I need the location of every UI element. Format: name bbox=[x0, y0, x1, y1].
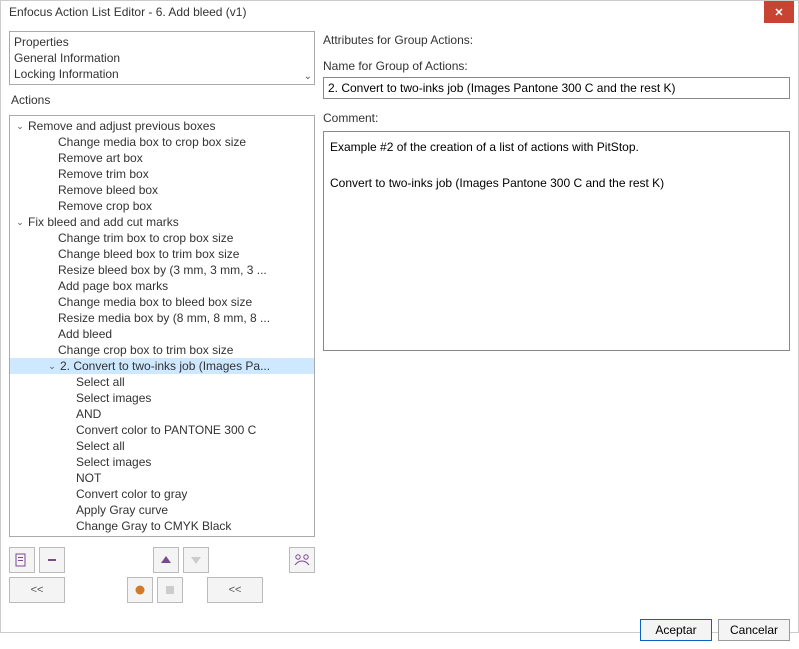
tree-item-label: AND bbox=[76, 407, 101, 421]
tree-item[interactable]: Remove trim box bbox=[10, 166, 314, 182]
tree-item[interactable]: Change crop box to trim box size bbox=[10, 342, 314, 358]
group-name-input[interactable] bbox=[323, 77, 790, 99]
tree-item-label: Remove crop box bbox=[58, 199, 152, 213]
tree-item-label: Resize media box by (8 mm, 8 mm, 8 ... bbox=[58, 311, 270, 325]
tree-item-label: 2. Convert to two-inks job (Images Pa... bbox=[60, 359, 270, 373]
chevron-down-icon[interactable]: ⌄ bbox=[14, 217, 26, 228]
attributes-heading: Attributes for Group Actions: bbox=[323, 31, 790, 55]
tree-item[interactable]: Select images bbox=[10, 454, 314, 470]
group-icon bbox=[294, 553, 310, 567]
tree-item[interactable]: Select images bbox=[10, 390, 314, 406]
move-up-icon bbox=[160, 554, 172, 566]
name-label: Name for Group of Actions: bbox=[323, 55, 790, 77]
tree-item-label: Select images bbox=[76, 391, 151, 405]
close-button[interactable]: ✕ bbox=[764, 1, 794, 23]
tree-item[interactable]: Change trim box to crop box size bbox=[10, 230, 314, 246]
record-icon bbox=[134, 584, 146, 596]
tree-item-label: Change media box to crop box size bbox=[58, 135, 246, 149]
tree-item-label: Change trim box to crop box size bbox=[58, 231, 233, 245]
stop-icon bbox=[164, 584, 176, 596]
tree-item[interactable]: Select all bbox=[10, 374, 314, 390]
tree-item[interactable]: Resize bleed box by (3 mm, 3 mm, 3 ... bbox=[10, 262, 314, 278]
actions-tree[interactable]: ⌄Remove and adjust previous boxesChange … bbox=[9, 115, 315, 537]
accept-button[interactable]: Aceptar bbox=[640, 619, 712, 641]
tree-item[interactable]: Convert color to PANTONE 300 C bbox=[10, 422, 314, 438]
tree-item[interactable]: Change bleed box to trim box size bbox=[10, 246, 314, 262]
tree-item[interactable]: NOT bbox=[10, 470, 314, 486]
add-action-icon bbox=[15, 553, 29, 567]
tree-item[interactable]: AND bbox=[10, 406, 314, 422]
toolbar: << << bbox=[9, 547, 315, 603]
nav-prev-2-button[interactable]: << bbox=[207, 577, 263, 603]
tree-item-label: Remove and adjust previous boxes bbox=[28, 119, 215, 133]
info-item[interactable]: Locking Information bbox=[14, 66, 310, 82]
tree-item[interactable]: Change media box to bleed box size bbox=[10, 294, 314, 310]
chevron-down-icon[interactable]: ⌄ bbox=[14, 121, 26, 132]
chevron-down-icon[interactable]: ⌄ bbox=[304, 71, 312, 82]
window-title: Enfocus Action List Editor - 6. Add blee… bbox=[9, 5, 246, 19]
tree-item-label: Change media box to bleed box size bbox=[58, 295, 252, 309]
record-button[interactable] bbox=[127, 577, 153, 603]
info-item[interactable]: General Information bbox=[14, 50, 310, 66]
tree-item-label: Remove bleed box bbox=[58, 183, 158, 197]
tree-item[interactable]: Remove crop box bbox=[10, 198, 314, 214]
close-icon: ✕ bbox=[774, 6, 783, 19]
move-down-button[interactable] bbox=[183, 547, 209, 573]
tree-item-label: Add page box marks bbox=[58, 279, 168, 293]
tree-item-label: Change crop box to trim box size bbox=[58, 343, 233, 357]
comment-textarea[interactable] bbox=[323, 131, 790, 351]
dialog-buttons: Aceptar Cancelar bbox=[1, 611, 798, 649]
tree-item[interactable]: Change media box to crop box size bbox=[10, 134, 314, 150]
stop-button[interactable] bbox=[157, 577, 183, 603]
tree-item-label: Select images bbox=[76, 455, 151, 469]
group-button[interactable] bbox=[289, 547, 315, 573]
add-action-button[interactable] bbox=[9, 547, 35, 573]
actions-label: Actions bbox=[9, 91, 315, 109]
tree-item-label: Fix bleed and add cut marks bbox=[28, 215, 179, 229]
tree-item-label: Select all bbox=[76, 375, 125, 389]
tree-item[interactable]: Add bleed bbox=[10, 326, 314, 342]
nav-prev-button[interactable]: << bbox=[9, 577, 65, 603]
tree-item[interactable]: Change Gray to CMYK Black bbox=[10, 518, 314, 534]
remove-action-button[interactable] bbox=[39, 547, 65, 573]
titlebar: Enfocus Action List Editor - 6. Add blee… bbox=[1, 1, 798, 23]
tree-group[interactable]: ⌄2. Convert to two-inks job (Images Pa..… bbox=[10, 358, 314, 374]
chevron-down-icon[interactable]: ⌄ bbox=[46, 361, 58, 372]
tree-item[interactable]: Resize media box by (8 mm, 8 mm, 8 ... bbox=[10, 310, 314, 326]
info-item[interactable]: Properties bbox=[14, 34, 310, 50]
move-up-button[interactable] bbox=[153, 547, 179, 573]
tree-item[interactable]: Select all bbox=[10, 438, 314, 454]
cancel-button[interactable]: Cancelar bbox=[718, 619, 790, 641]
tree-item[interactable]: Remove bleed box bbox=[10, 182, 314, 198]
tree-item[interactable]: Convert color to gray bbox=[10, 486, 314, 502]
tree-item-label: Change Gray to CMYK Black bbox=[76, 519, 231, 533]
tree-item-label: Apply Gray curve bbox=[76, 503, 168, 517]
tree-item-label: Convert color to PANTONE 300 C bbox=[76, 423, 256, 437]
tree-item[interactable]: Add page box marks bbox=[10, 278, 314, 294]
tree-item-label: Remove trim box bbox=[58, 167, 149, 181]
tree-item-label: Change bleed box to trim box size bbox=[58, 247, 239, 261]
tree-item-label: Resize bleed box by (3 mm, 3 mm, 3 ... bbox=[58, 263, 267, 277]
tree-item[interactable]: Apply Gray curve bbox=[10, 502, 314, 518]
tree-item[interactable]: Remove art box bbox=[10, 150, 314, 166]
tree-item-label: Remove art box bbox=[58, 151, 143, 165]
tree-item-label: Add bleed bbox=[58, 327, 112, 341]
tree-group[interactable]: ⌄Remove and adjust previous boxes bbox=[10, 118, 314, 134]
move-down-icon bbox=[190, 554, 202, 566]
tree-item-label: NOT bbox=[76, 471, 101, 485]
comment-label: Comment: bbox=[323, 107, 790, 129]
tree-item-label: Select all bbox=[76, 439, 125, 453]
tree-item-label: Convert color to gray bbox=[76, 487, 187, 501]
remove-action-icon bbox=[45, 553, 59, 567]
info-panel[interactable]: PropertiesGeneral InformationLocking Inf… bbox=[9, 31, 315, 85]
tree-group[interactable]: ⌄Fix bleed and add cut marks bbox=[10, 214, 314, 230]
